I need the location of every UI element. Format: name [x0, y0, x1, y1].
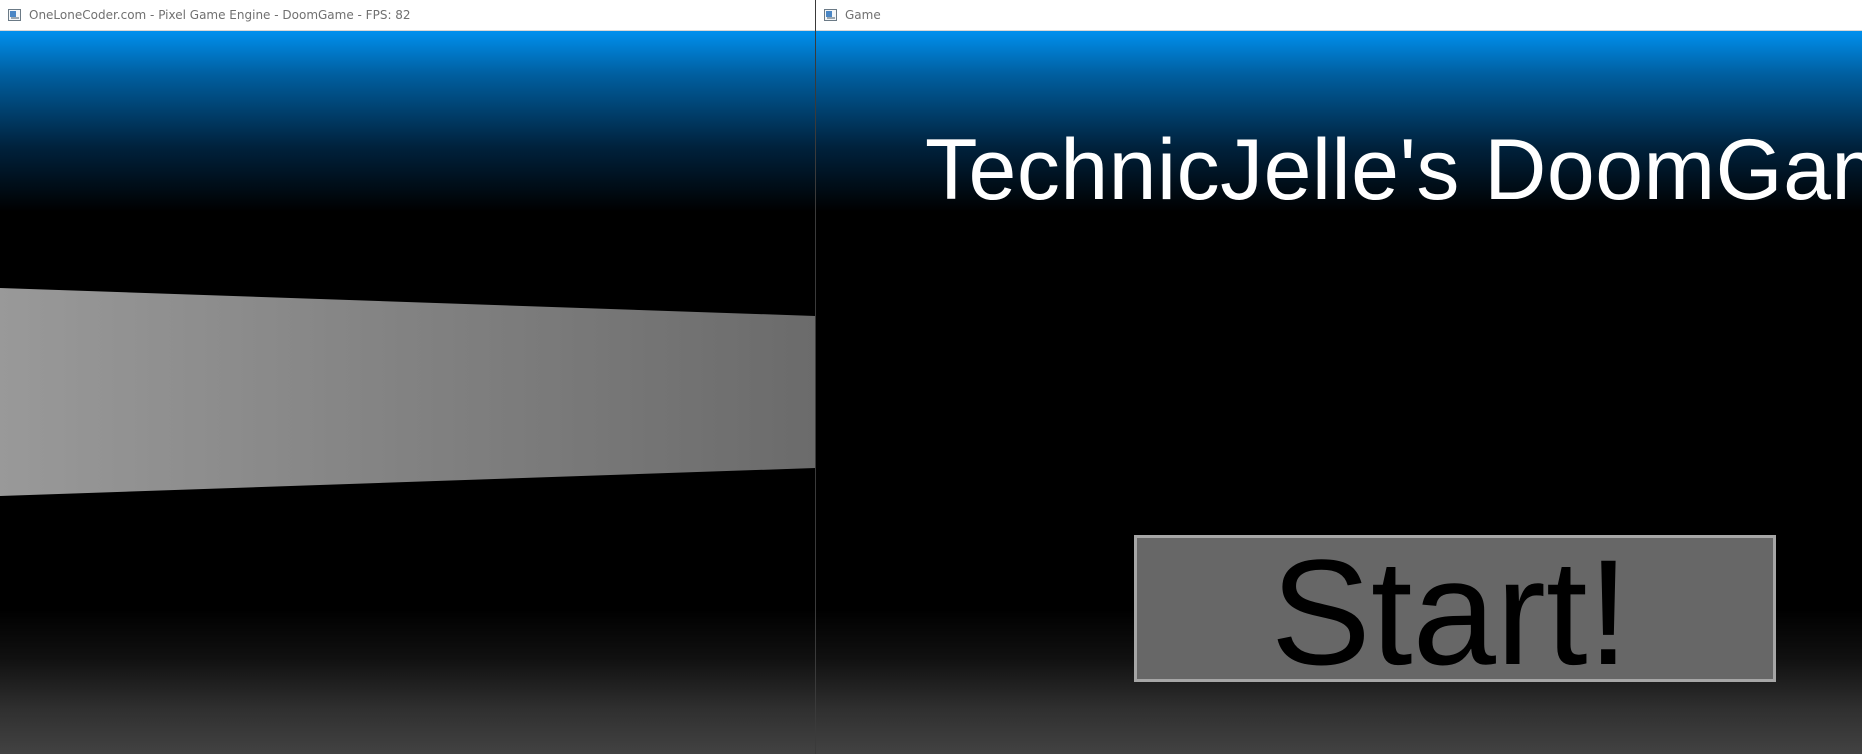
- wall-face: [0, 288, 815, 496]
- menu-viewport: TechnicJelle's DoomGame Start!: [816, 31, 1862, 754]
- menu-window-title: Game: [845, 8, 881, 22]
- wall-segment: [0, 288, 815, 496]
- start-button-label: Start!: [1270, 527, 1630, 696]
- render-window: OneLoneCoder.com - Pixel Game Engine - D…: [0, 0, 815, 754]
- menu-window: Game TechnicJelle's DoomGame Start!: [816, 0, 1862, 754]
- menu-window-titlebar[interactable]: Game: [816, 0, 1862, 31]
- window-app-icon: [8, 9, 21, 21]
- game-viewport[interactable]: [0, 31, 815, 754]
- window-app-icon: [824, 9, 837, 21]
- render-window-titlebar[interactable]: OneLoneCoder.com - Pixel Game Engine - D…: [0, 0, 815, 31]
- start-button[interactable]: Start!: [1134, 535, 1776, 687]
- render-window-title: OneLoneCoder.com - Pixel Game Engine - D…: [29, 8, 411, 22]
- game-title: TechnicJelle's DoomGame: [925, 122, 1862, 218]
